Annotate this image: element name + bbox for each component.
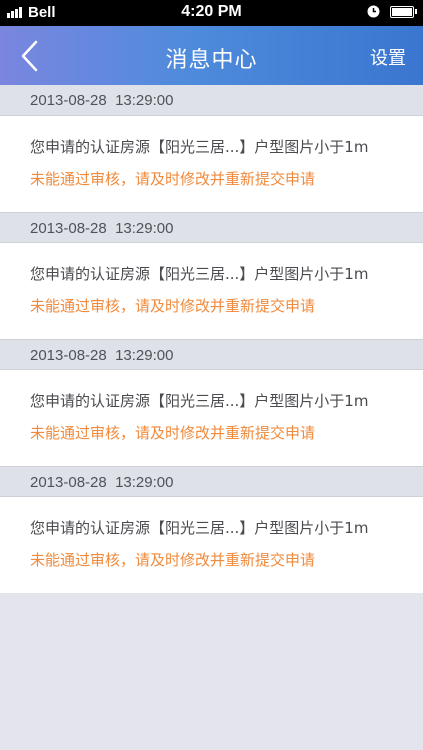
status-time: 4:20 PM [181,3,242,20]
message-text: 您申请的认证房源【阳光三居...】户型图片小于1m [30,265,369,283]
status-right [367,5,417,18]
message-item[interactable]: 您申请的认证房源【阳光三居...】户型图片小于1m 未能通过审核，请及时修改并重… [0,116,423,212]
message-timestamp: 2013-08-28 13:29:00 [0,466,423,497]
message-warning: 未能通过审核，请及时修改并重新提交申请 [30,551,316,569]
message-group: 2013-08-28 13:29:00 您申请的认证房源【阳光三居...】户型图… [0,466,423,593]
message-item[interactable]: 您申请的认证房源【阳光三居...】户型图片小于1m 未能通过审核，请及时修改并重… [0,497,423,593]
page-title: 消息中心 [165,48,258,73]
status-bar: Bell 4:20 PM [0,0,423,26]
chevron-left-icon [21,40,38,71]
message-warning: 未能通过审核，请及时修改并重新提交申请 [30,297,316,315]
message-text: 您申请的认证房源【阳光三居...】户型图片小于1m [30,519,369,537]
back-button[interactable] [0,26,60,85]
message-group: 2013-08-28 13:29:00 您申请的认证房源【阳光三居...】户型图… [0,85,423,212]
message-timestamp: 2013-08-28 13:29:00 [0,339,423,370]
message-group: 2013-08-28 13:29:00 您申请的认证房源【阳光三居...】户型图… [0,212,423,339]
battery-icon [390,5,417,18]
settings-button[interactable]: 设置 [370,44,406,70]
message-group: 2013-08-28 13:29:00 您申请的认证房源【阳光三居...】户型图… [0,339,423,466]
message-list: 2013-08-28 13:29:00 您申请的认证房源【阳光三居...】户型图… [0,85,423,593]
message-timestamp: 2013-08-28 13:29:00 [0,212,423,243]
message-item[interactable]: 您申请的认证房源【阳光三居...】户型图片小于1m 未能通过审核，请及时修改并重… [0,370,423,466]
message-item[interactable]: 您申请的认证房源【阳光三居...】户型图片小于1m 未能通过审核，请及时修改并重… [0,243,423,339]
message-warning: 未能通过审核，请及时修改并重新提交申请 [30,170,316,188]
message-text: 您申请的认证房源【阳光三居...】户型图片小于1m [30,138,369,156]
message-timestamp: 2013-08-28 13:29:00 [0,85,423,116]
message-text: 您申请的认证房源【阳光三居...】户型图片小于1m [30,392,369,410]
nav-bar: 消息中心 设置 [0,26,423,85]
message-warning: 未能通过审核，请及时修改并重新提交申请 [30,424,316,442]
clock-icon [367,5,380,18]
